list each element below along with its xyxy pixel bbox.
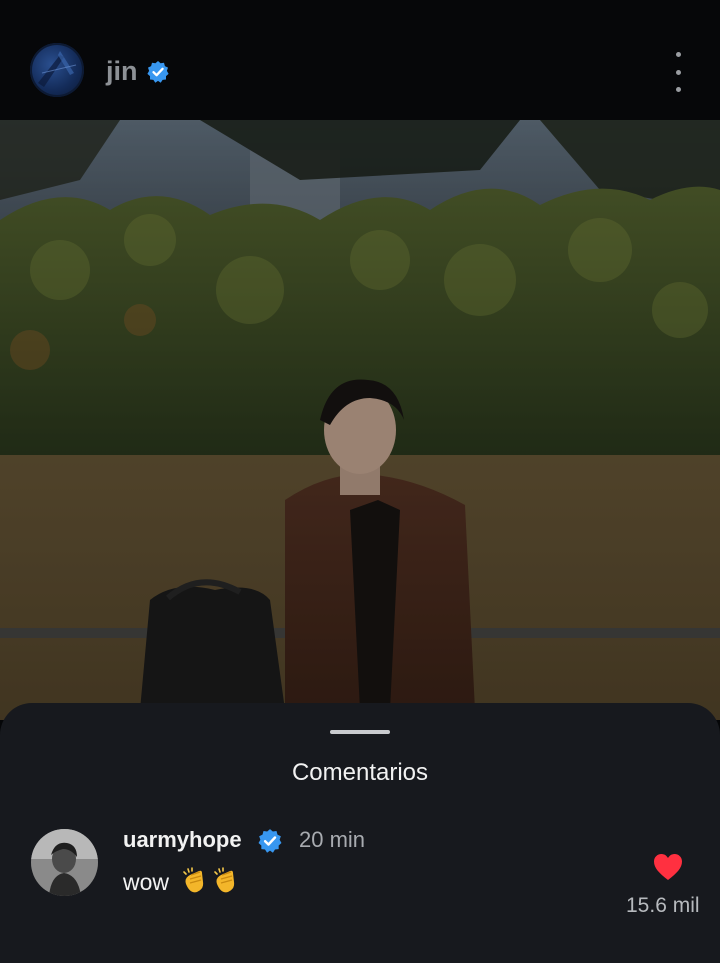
commenter-avatar[interactable] bbox=[31, 829, 98, 896]
comments-title: Comentarios bbox=[291, 759, 429, 786]
drag-handle[interactable] bbox=[330, 730, 390, 734]
heart-icon[interactable] bbox=[653, 853, 683, 881]
comments-sheet: Comentarios uarmyhope 20 min wow 15.6 mi… bbox=[0, 703, 720, 963]
verified-badge-icon bbox=[258, 829, 282, 853]
comment-timestamp: 20 min bbox=[299, 827, 366, 852]
post-header: jin bbox=[0, 0, 720, 120]
clapping-hands-icon bbox=[214, 867, 235, 893]
commenter-username[interactable]: uarmyhope bbox=[123, 827, 242, 853]
profile-username[interactable]: jin bbox=[106, 56, 138, 87]
verified-badge-icon bbox=[147, 61, 169, 83]
comment-like-count: 15.6 mil bbox=[626, 894, 700, 917]
profile-avatar[interactable] bbox=[30, 43, 84, 97]
more-options-icon[interactable] bbox=[664, 52, 692, 92]
post-photo bbox=[0, 120, 720, 720]
clapping-hands-icon bbox=[183, 867, 204, 893]
comment-text: wow bbox=[123, 869, 170, 895]
